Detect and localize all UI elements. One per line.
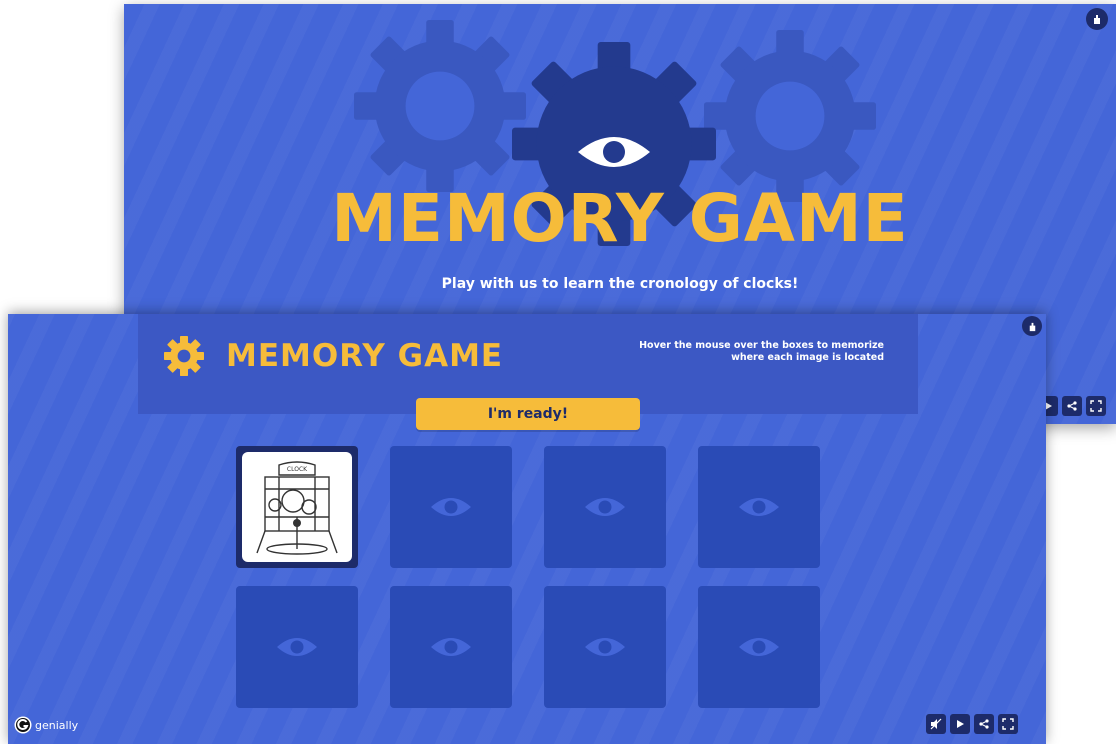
ready-button[interactable]: I'm ready! bbox=[416, 398, 640, 430]
memory-card[interactable] bbox=[544, 446, 666, 568]
genially-g-icon bbox=[14, 716, 32, 734]
genially-logo[interactable]: genially bbox=[14, 716, 78, 734]
share-icon[interactable] bbox=[974, 714, 994, 734]
instructions-text: Hover the mouse over the boxes to memori… bbox=[639, 340, 884, 363]
gear-icon bbox=[164, 336, 204, 376]
memory-card[interactable] bbox=[390, 586, 512, 708]
left-gear-icon bbox=[354, 19, 526, 192]
page-subtitle: Play with us to learn the cronology of c… bbox=[441, 276, 799, 292]
share-icon[interactable] bbox=[1062, 396, 1082, 416]
eye-icon bbox=[277, 638, 317, 656]
fullscreen-icon[interactable] bbox=[998, 714, 1018, 734]
card-image: CLOCK bbox=[242, 452, 352, 562]
svg-text:CLOCK: CLOCK bbox=[287, 466, 308, 473]
game-title: MEMORY GAME bbox=[226, 338, 504, 374]
memory-card[interactable]: CLOCK bbox=[236, 446, 358, 568]
mute-icon[interactable] bbox=[926, 714, 946, 734]
eye-icon bbox=[431, 498, 471, 516]
play-icon[interactable] bbox=[950, 714, 970, 734]
eye-icon bbox=[585, 498, 625, 516]
eye-icon bbox=[585, 638, 625, 656]
page-title: MEMORY GAME bbox=[331, 180, 909, 257]
game-slide: MEMORY GAME Hover the mouse over the box… bbox=[8, 314, 1046, 744]
genially-logo-text: genially bbox=[35, 718, 79, 732]
eye-icon bbox=[431, 638, 471, 656]
memory-card[interactable] bbox=[698, 446, 820, 568]
clock-illustration-icon: CLOCK bbox=[256, 461, 338, 555]
eye-icon bbox=[739, 638, 779, 656]
memory-card[interactable] bbox=[236, 586, 358, 708]
eye-icon bbox=[739, 498, 779, 516]
interaction-hand-icon[interactable] bbox=[1022, 316, 1042, 336]
fullscreen-icon[interactable] bbox=[1086, 396, 1106, 416]
back-player-controls bbox=[1038, 396, 1106, 416]
interaction-hand-icon[interactable] bbox=[1086, 8, 1108, 30]
memory-card[interactable] bbox=[390, 446, 512, 568]
player-controls bbox=[926, 714, 1018, 734]
right-gear-icon bbox=[704, 29, 876, 202]
memory-card[interactable] bbox=[544, 586, 666, 708]
memory-card[interactable] bbox=[698, 586, 820, 708]
